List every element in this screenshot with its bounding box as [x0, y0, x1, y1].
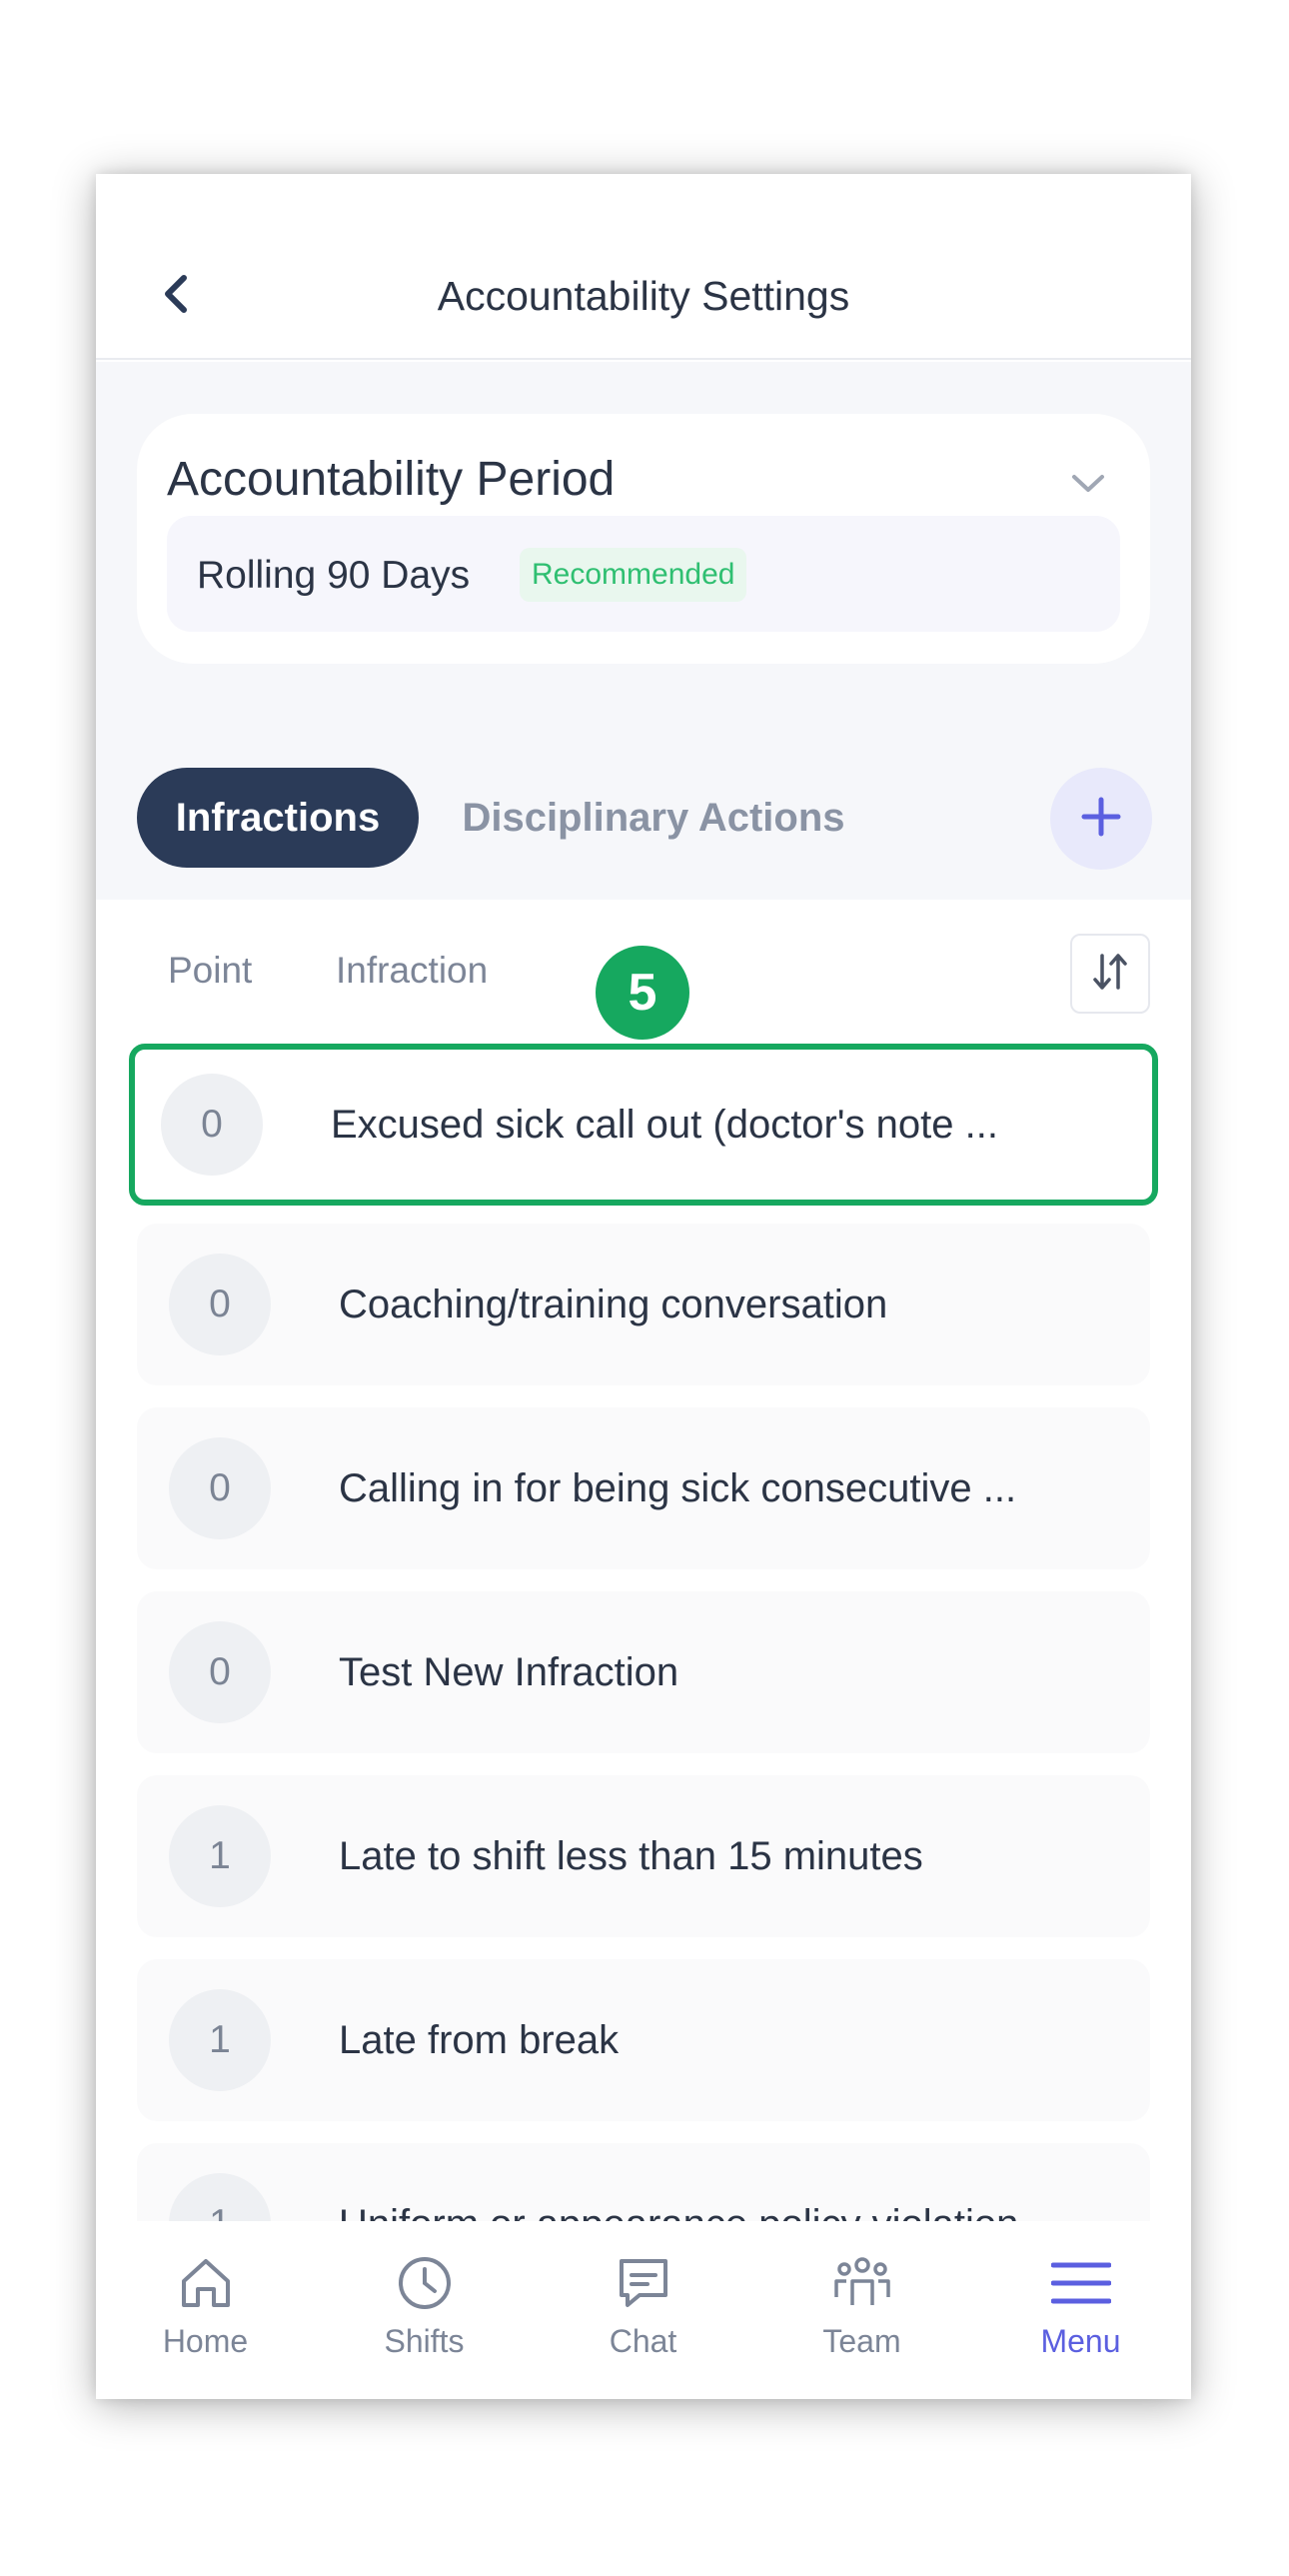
infraction-row[interactable]: 0 Coaching/training conversation — [137, 1224, 1150, 1385]
point-value: 1 — [169, 1989, 271, 2091]
home-icon — [176, 2253, 236, 2313]
sort-icon — [1090, 950, 1130, 999]
sort-button[interactable] — [1070, 934, 1150, 1014]
accountability-period-card[interactable]: Accountability Period Rolling 90 Days Re… — [137, 414, 1150, 664]
point-value: 0 — [169, 1437, 271, 1539]
infraction-row[interactable]: 1 Late to shift less than 15 minutes — [137, 1775, 1150, 1937]
plus-icon — [1080, 796, 1122, 843]
period-title: Accountability Period — [167, 453, 616, 506]
clock-icon — [395, 2253, 455, 2313]
team-icon — [832, 2253, 892, 2313]
infraction-name: Excused sick call out (doctor's note ... — [331, 1103, 998, 1147]
phone-screen: Accountability Settings Accountability P… — [96, 174, 1191, 2399]
page-title: Accountability Settings — [437, 273, 850, 319]
period-value: Rolling 90 Days — [197, 554, 471, 597]
bottom-nav: Home Shifts Chat Team Menu — [96, 2221, 1191, 2399]
nav-chat[interactable]: Chat — [534, 2221, 752, 2399]
add-infraction-button[interactable] — [1050, 768, 1152, 870]
nav-label: Menu — [1040, 2323, 1121, 2359]
point-value: 0 — [169, 1254, 271, 1355]
point-value: 0 — [161, 1074, 263, 1176]
nav-menu[interactable]: Menu — [971, 2221, 1190, 2399]
nav-home[interactable]: Home — [96, 2221, 315, 2399]
step-number-badge: 5 — [596, 946, 689, 1040]
chat-icon — [614, 2253, 673, 2313]
infraction-name: Late to shift less than 15 minutes — [339, 1834, 923, 1878]
point-value: 1 — [169, 1805, 271, 1907]
nav-label: Chat — [609, 2323, 677, 2359]
point-value: 0 — [169, 1621, 271, 1723]
infraction-name: Calling in for being sick consecutive ..… — [339, 1466, 1017, 1510]
nav-label: Shifts — [384, 2323, 465, 2359]
menu-icon — [1050, 2253, 1111, 2313]
nav-team[interactable]: Team — [752, 2221, 971, 2399]
chevron-down-icon[interactable] — [1068, 464, 1108, 504]
column-header-infraction: Infraction — [336, 950, 489, 991]
infraction-name: Coaching/training conversation — [339, 1283, 888, 1326]
period-selection[interactable]: Rolling 90 Days Recommended — [167, 516, 1120, 632]
infraction-row[interactable]: 0 Test New Infraction — [137, 1591, 1150, 1753]
infraction-name: Late from break — [339, 2018, 620, 2062]
tab-disciplinary-actions[interactable]: Disciplinary Actions — [419, 768, 888, 868]
column-header-point: Point — [168, 950, 253, 991]
nav-shifts[interactable]: Shifts — [315, 2221, 534, 2399]
infraction-row[interactable]: 1 Late from break — [137, 1959, 1150, 2121]
tab-infractions[interactable]: Infractions — [137, 768, 419, 868]
nav-label: Home — [162, 2323, 249, 2359]
tab-bar: Infractions Disciplinary Actions — [137, 768, 888, 868]
infraction-row[interactable]: 0 Calling in for being sick consecutive … — [137, 1407, 1150, 1569]
infraction-name: Test New Infraction — [339, 1650, 679, 1694]
infraction-row-highlighted[interactable]: 0 Excused sick call out (doctor's note .… — [129, 1044, 1158, 1206]
header: Accountability Settings — [96, 174, 1191, 360]
recommended-badge: Recommended — [520, 548, 747, 602]
nav-label: Team — [822, 2323, 901, 2359]
